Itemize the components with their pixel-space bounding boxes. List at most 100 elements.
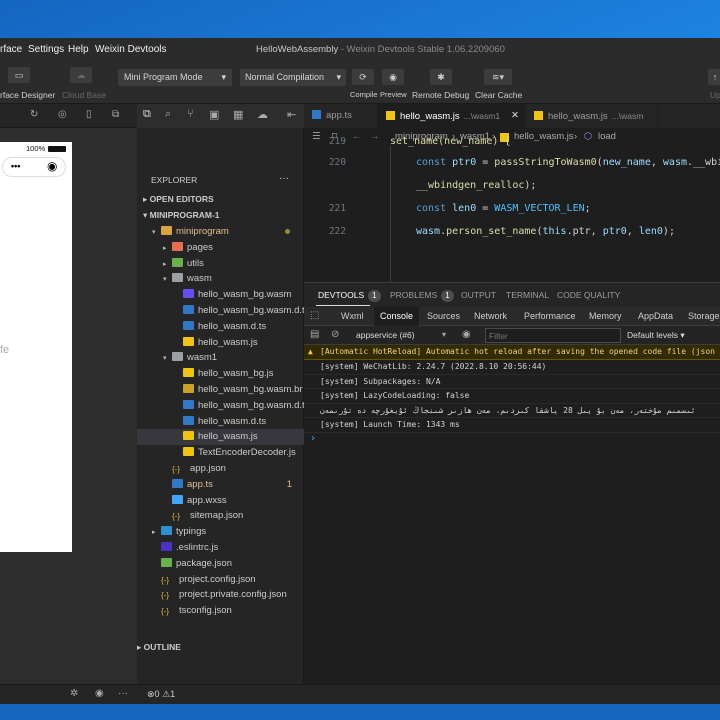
context-select[interactable]: appservice (#6) <box>356 330 415 340</box>
console-prompt[interactable]: › <box>310 433 316 444</box>
tree-item[interactable]: .eslintrc.js <box>137 540 304 556</box>
menu-help[interactable]: Help <box>68 44 89 55</box>
close-icon[interactable]: ✕ <box>511 104 519 128</box>
tree-item[interactable]: hello_wasm.js <box>137 429 304 446</box>
simulator-text-fragment: fe <box>0 344 10 356</box>
remote-debug-icon[interactable]: ✱ <box>430 69 452 85</box>
tree-item[interactable]: TextEncoderDecoder.js <box>137 445 304 461</box>
filter-input[interactable] <box>485 328 621 343</box>
compile-label[interactable]: Compile <box>350 90 378 99</box>
tree-item[interactable]: ▸ pages <box>137 240 304 256</box>
tree-item[interactable]: {-} project.config.json <box>137 572 304 588</box>
log-levels-select[interactable]: Default levels ▾ <box>627 330 685 341</box>
tree-item[interactable]: {-} app.json <box>137 461 304 477</box>
tab-memory[interactable]: Memory <box>583 307 628 326</box>
more-icon[interactable]: ••• <box>11 161 20 171</box>
upload-label[interactable]: Up <box>710 90 720 100</box>
remote-debug-label[interactable]: Remote Debug <box>412 90 469 100</box>
preview-label[interactable]: Preview <box>380 90 407 99</box>
outline-section[interactable]: ▸ OUTLINE <box>137 642 304 662</box>
clear-cache-label[interactable]: Clear Cache <box>475 90 522 100</box>
file-icon: {-} <box>172 512 181 522</box>
source-control-icon[interactable]: ⑂ <box>187 108 194 120</box>
tab-code-quality[interactable]: CODE QUALITY <box>557 290 620 300</box>
tree-item[interactable]: ▾ wasm <box>137 271 304 287</box>
tree-item[interactable]: app.wxss <box>137 493 304 509</box>
collapse-sidebar-icon[interactable]: ⇤ <box>287 108 296 121</box>
extensions-icon[interactable]: ▦ <box>233 108 243 121</box>
tree-item[interactable]: hello_wasm_bg.js <box>137 366 304 382</box>
tree-item[interactable]: ▸ typings <box>137 524 304 540</box>
capsule-menu[interactable]: ••• ◉ <box>2 157 66 177</box>
tree-item[interactable]: hello_wasm_bg.wasm.br <box>137 382 304 398</box>
tab-output[interactable]: OUTPUT <box>461 290 496 300</box>
tab-sources[interactable]: Sources <box>421 307 466 326</box>
tree-item[interactable]: hello_wasm.js <box>137 335 304 351</box>
menu-weixin-devtools[interactable]: Weixin Devtools <box>95 44 167 55</box>
interface-designer-icon[interactable]: ▭ <box>8 67 30 83</box>
bug-icon[interactable]: ✲ <box>70 688 78 699</box>
window-icon[interactable]: ⧉ <box>112 109 119 120</box>
tree-item[interactable]: {-} project.private.config.json <box>137 587 304 603</box>
tree-item[interactable]: hello_wasm_bg.wasm <box>137 287 304 303</box>
tab-appdata[interactable]: AppData <box>632 307 679 326</box>
more-icon[interactable]: ··· <box>118 688 128 699</box>
search-icon[interactable]: ⌕ <box>165 108 171 121</box>
close-capsule-icon[interactable]: ◉ <box>47 159 57 173</box>
menu-interface[interactable]: rface <box>0 44 22 55</box>
tree-item[interactable]: hello_wasm.d.ts <box>137 319 304 335</box>
mode-select[interactable]: Mini Program Mode ▾ <box>118 69 232 86</box>
problems-status[interactable]: ⊗0 ⚠1 <box>147 689 175 700</box>
tab-devtools[interactable]: DEVTOOLS 1 <box>318 290 381 302</box>
tab-terminal[interactable]: TERMINAL <box>506 290 549 300</box>
tab-app-ts[interactable]: app.ts <box>304 104 378 128</box>
tab-hello-wasm-wasm[interactable]: hello_wasm.js ...\wasm <box>526 104 658 128</box>
clear-console-icon[interactable]: ⊘ <box>331 329 339 340</box>
tree-item[interactable]: ▸ utils <box>137 256 304 272</box>
tab-storage[interactable]: Storage <box>682 307 720 326</box>
tree-item[interactable]: ▾ miniprogram <box>137 224 304 240</box>
eye-icon[interactable]: ◉ <box>462 329 471 340</box>
debug-icon[interactable]: ▣ <box>209 108 219 121</box>
tab-network[interactable]: Network <box>468 307 513 326</box>
cloud-icon[interactable]: ☁ <box>257 108 268 121</box>
tree-item[interactable]: {-} sitemap.json <box>137 508 304 524</box>
open-editors-section[interactable]: ▸ OPEN EDITORS <box>143 194 310 205</box>
project-root-section[interactable]: ▾ MINIPROGRAM-1 <box>143 210 310 221</box>
folder-icon <box>172 241 183 251</box>
tab-wxml[interactable]: Wxml <box>335 307 370 326</box>
eye-icon[interactable]: ◉ <box>95 688 104 699</box>
refresh-icon[interactable]: ↻ <box>30 109 38 120</box>
tree-item[interactable]: hello_wasm_bg.wasm.d.ts <box>137 303 309 319</box>
preview-icon[interactable]: ◉ <box>382 69 404 85</box>
code-area[interactable]: 219 set_name(new_name) { 220 const ptr0 … <box>304 136 720 282</box>
devtools-panel: DEVTOOLS 1 PROBLEMS 1 OUTPUT TERMINAL CODE… <box>304 282 720 684</box>
tab-console[interactable]: Console <box>374 307 420 326</box>
interface-designer-label[interactable]: rface Designer <box>0 90 55 100</box>
tab-problems[interactable]: PROBLEMS 1 <box>390 290 454 302</box>
tree-item[interactable]: package.json <box>137 556 304 572</box>
sidebar-toggle-icon[interactable]: ▤ <box>310 329 319 340</box>
status-bar: ✲ ◉ ··· ⊗0 ⚠1 <box>0 684 720 704</box>
chevron-right-icon: ▸ <box>163 260 167 268</box>
explorer-more-button[interactable]: ··· <box>279 173 289 184</box>
phone-icon[interactable]: ▯ <box>86 109 92 120</box>
phone-screen[interactable]: 100% ••• ◉ <box>0 142 72 552</box>
upload-icon[interactable]: ↑ <box>708 69 720 85</box>
menu-settings[interactable]: Settings <box>28 44 64 55</box>
compile-mode-select[interactable]: Normal Compilation ▾ <box>240 69 346 86</box>
clear-cache-icon[interactable]: ≋▾ <box>484 69 512 85</box>
chevron-right-icon: ▸ <box>163 244 167 252</box>
stop-icon[interactable]: ◎ <box>58 109 67 120</box>
tree-item[interactable]: ▾ wasm1 <box>137 350 304 366</box>
tree-item[interactable]: hello_wasm_bg.wasm.d.ts <box>137 398 309 414</box>
warning-icon: ⚠ <box>162 689 171 699</box>
tree-item[interactable]: hello_wasm.d.ts <box>137 414 304 430</box>
compile-icon[interactable]: ⟳ <box>352 69 374 85</box>
files-icon[interactable]: ⧉ <box>143 108 151 121</box>
tab-hello-wasm-wasm1[interactable]: hello_wasm.js ...\wasm1 ✕ <box>378 104 526 128</box>
tab-performance[interactable]: Performance <box>518 307 582 326</box>
inspect-icon[interactable]: ⬚ <box>310 310 319 321</box>
tree-item[interactable]: app.ts 1 <box>137 477 304 493</box>
tree-item[interactable]: {-} tsconfig.json <box>137 603 304 619</box>
